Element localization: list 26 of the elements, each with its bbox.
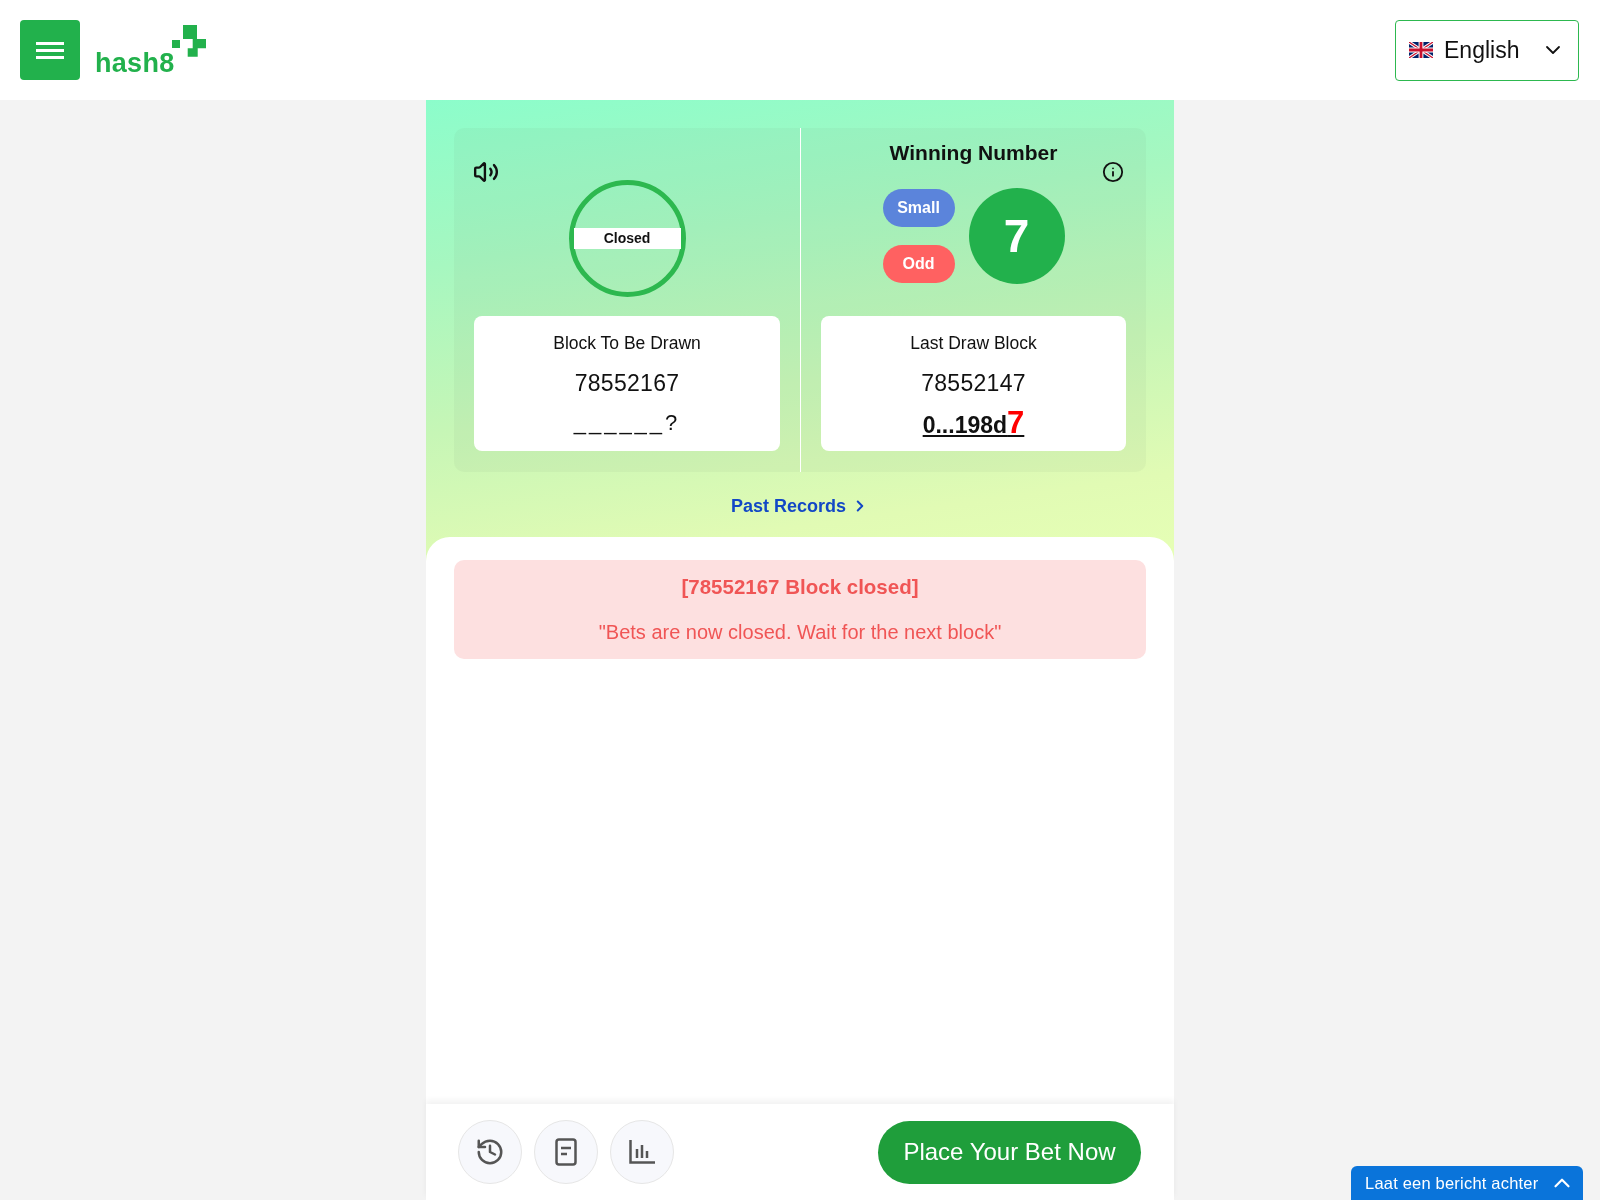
result-tag: Small (882, 189, 955, 227)
speaker-icon[interactable] (473, 159, 499, 185)
uk-flag-icon (1409, 42, 1433, 58)
block-card-title: Block To Be Drawn (553, 333, 701, 353)
block-number: 78552167 (574, 370, 680, 396)
block-number: 78552147 (921, 370, 1026, 396)
past-records-link[interactable]: Past Records (730, 494, 870, 518)
alert-title: [78552167 Block closed] (681, 575, 919, 599)
alert-message: "Bets are now closed. Wait for the next block" (598, 620, 1002, 644)
block-card-title: Last Draw Block (910, 333, 1037, 353)
block-hash-link[interactable]: 0...198d7 (922, 408, 1025, 440)
place-bet-button[interactable]: Place Your Bet Now (878, 1120, 1141, 1184)
document-icon (555, 1138, 577, 1166)
result-tag: Odd (882, 245, 955, 283)
history-icon (475, 1137, 505, 1167)
logo-text: hash8 (95, 51, 175, 74)
pending-hash-text: ______? (573, 409, 681, 437)
language-select[interactable]: English (1395, 19, 1579, 81)
menu-icon (36, 41, 64, 59)
info-icon[interactable] (1102, 161, 1124, 183)
winning-number-title: Winning Number (889, 141, 1058, 165)
winning-number: 7 (968, 188, 1065, 284)
chat-widget-button[interactable]: Laat een bericht achter (1351, 1166, 1583, 1200)
bar-chart-icon (629, 1140, 655, 1164)
status-label: Closed (573, 228, 681, 249)
menu-button[interactable] (20, 20, 80, 80)
